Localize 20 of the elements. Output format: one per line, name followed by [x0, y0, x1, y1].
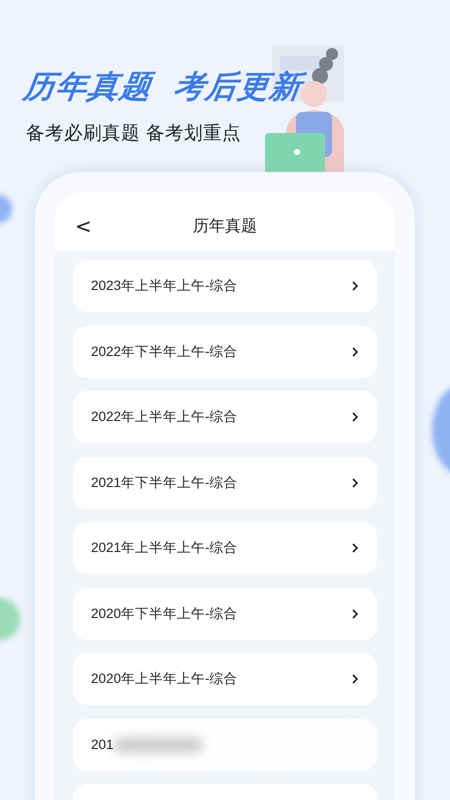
chevron-icon [351, 476, 359, 488]
chevron-icon [351, 411, 359, 423]
list-item[interactable]: 2020年上半年上午-综合 [73, 653, 377, 705]
chevron-icon [351, 608, 359, 620]
chevron-icon [351, 673, 359, 685]
list-item[interactable]: 201 [73, 718, 377, 770]
list-item[interactable]: 2022年上半年上午-综合 [73, 391, 377, 443]
headline: 历年真题 [21, 68, 155, 107]
list-item[interactable]: 2021年上半年上午-综合 [73, 522, 377, 574]
headline: 考后更新 [171, 68, 305, 107]
list-item[interactable]: 2020年下半年上午-综合 [73, 588, 377, 640]
back-button[interactable]: < [71, 214, 96, 238]
subtitle: 备考必刷真题 备考划重点 [26, 122, 242, 145]
list-item[interactable]: 2023年上半年上午-综合 [73, 260, 377, 312]
chevron-icon [351, 280, 359, 292]
page-title: 历年真题 [193, 216, 257, 236]
chevron-icon [351, 346, 359, 358]
list-item[interactable]: 2021年下半年上午-综合 [73, 456, 377, 508]
list-item[interactable]: 2022年下半年上午-综合 [73, 326, 377, 378]
chevron-icon [351, 542, 359, 554]
